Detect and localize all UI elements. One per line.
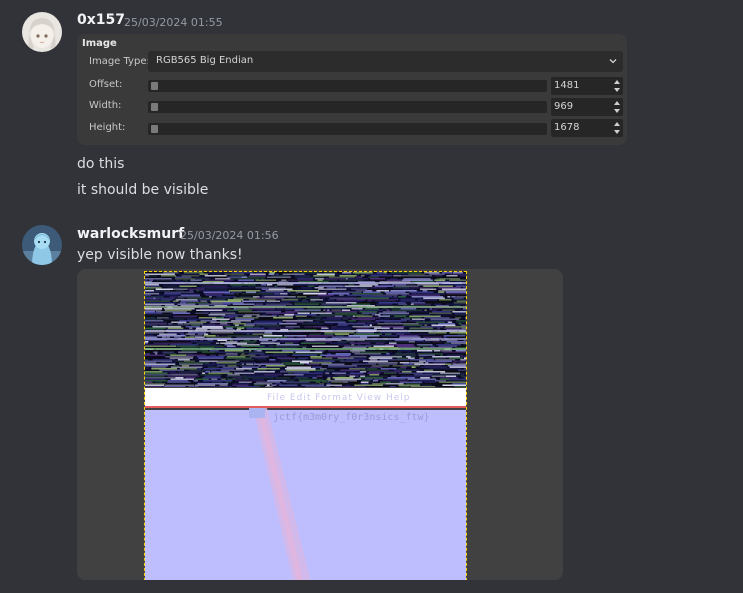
message-text: yep visible now thanks! xyxy=(77,247,243,263)
noisy-pixel-rows xyxy=(145,272,466,387)
diagonal-streak xyxy=(249,408,311,580)
author-name[interactable]: warlocksmurf xyxy=(77,226,184,242)
timestamp: 25/03/2024 01:56 xyxy=(180,229,279,242)
avatar[interactable] xyxy=(22,225,62,265)
image-attachment[interactable]: File Edit Format View Help jctf{m3m0ry_f… xyxy=(77,269,563,580)
recovered-image: File Edit Format View Help jctf{m3m0ry_f… xyxy=(144,271,467,580)
recovered-flag-text: jctf{m3m0ry_f0r3nsics_ftw} xyxy=(273,412,430,423)
message-warlocksmurf: warlocksmurf 25/03/2024 01:56 yep visibl… xyxy=(0,0,743,593)
recovered-menu-text: File Edit Format View Help xyxy=(267,393,411,403)
